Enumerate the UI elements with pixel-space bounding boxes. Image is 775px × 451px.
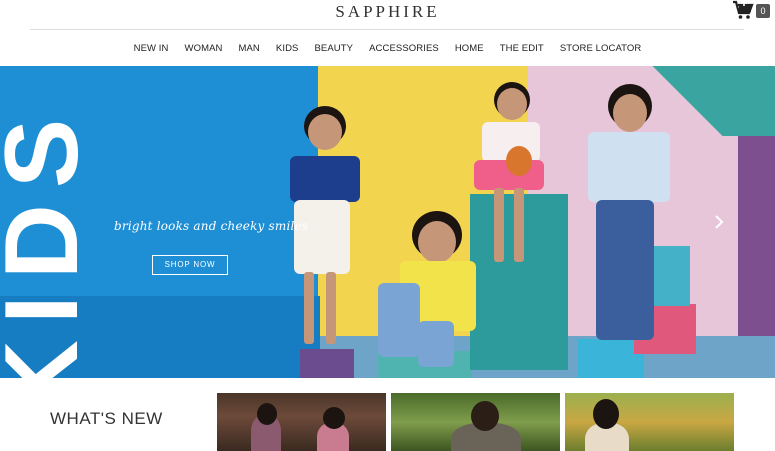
tile-model-figure (593, 399, 619, 429)
nav-item-beauty[interactable]: BEAUTY (314, 42, 353, 56)
shop-now-button[interactable]: SHOP NOW (152, 255, 228, 275)
nav-item-accessories[interactable]: ACCESSORIES (369, 42, 439, 56)
site-header: SAPPHIRE 0 NEW IN WOMAN MAN KIDS BEAUTY … (0, 0, 775, 66)
brand-logo[interactable]: SAPPHIRE (0, 2, 775, 22)
section-title: WHAT'S NEW (50, 409, 163, 428)
tile-model-figure (471, 401, 499, 431)
tile-model-figure (257, 403, 277, 425)
hero-tagline: bright looks and cheeky smiles (114, 219, 309, 233)
nav-item-the-edit[interactable]: THE EDIT (500, 42, 544, 56)
product-tile[interactable] (391, 393, 560, 451)
nav-item-kids[interactable]: KIDS (276, 42, 299, 56)
nav-item-woman[interactable]: WOMAN (185, 42, 223, 56)
model-girl-striped-tee (582, 84, 672, 346)
model-girl-white-top (470, 80, 550, 270)
main-nav: NEW IN WOMAN MAN KIDS BEAUTY ACCESSORIES… (0, 42, 775, 58)
hero-banner[interactable]: KIDS bright looks and cheeky smiles SHOP… (0, 66, 775, 378)
header-divider (30, 29, 744, 30)
nav-item-store-locator[interactable]: STORE LOCATOR (560, 42, 642, 56)
nav-item-home[interactable]: HOME (455, 42, 484, 56)
cart-button[interactable]: 0 (732, 0, 772, 22)
cart-icon (733, 0, 754, 19)
product-tile[interactable] (565, 393, 734, 451)
nav-item-new-in[interactable]: NEW IN (134, 42, 169, 56)
nav-item-man[interactable]: MAN (238, 42, 259, 56)
tile-model-figure (323, 407, 345, 429)
cart-count-badge: 0 (756, 4, 770, 18)
hero-kids-heading: KIDS (0, 102, 100, 378)
product-tile[interactable] (217, 393, 386, 451)
model-boy-yellow-tee (368, 211, 480, 371)
carousel-next-button[interactable] (713, 214, 727, 230)
chevron-right-icon (715, 215, 724, 229)
